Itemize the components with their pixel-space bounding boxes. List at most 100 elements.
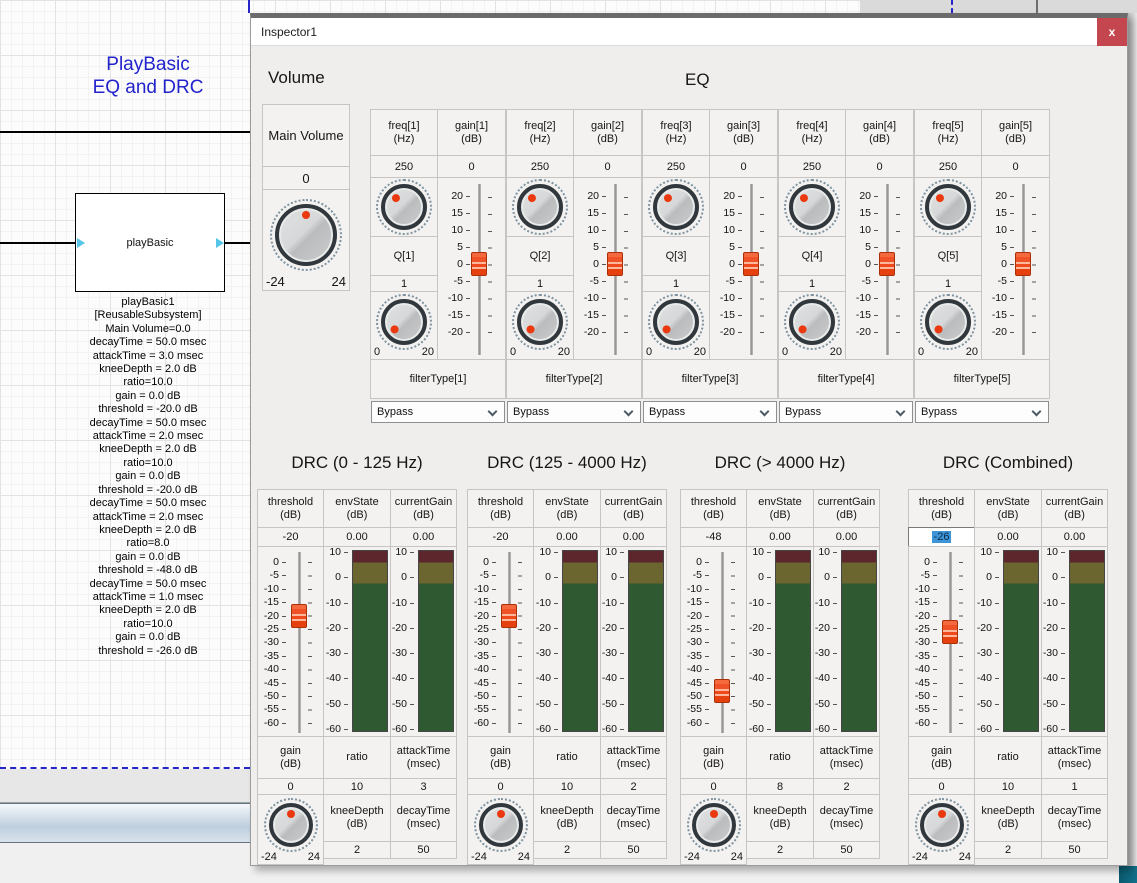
decaytime-value-field[interactable]: 50 xyxy=(600,841,667,859)
close-button[interactable]: x xyxy=(1097,18,1127,46)
q-knob[interactable] xyxy=(648,294,704,350)
gain-slider-handle[interactable] xyxy=(1015,252,1031,276)
threshold-value-field[interactable]: -48 xyxy=(680,527,747,547)
decaytime-header-unit: (msec) xyxy=(407,818,441,831)
q-value-field[interactable]: 1 xyxy=(370,275,438,292)
freq-knob[interactable] xyxy=(648,179,704,235)
q-value-field[interactable]: 1 xyxy=(778,275,846,292)
q-label-text: Q[2] xyxy=(530,250,551,262)
gain-slider-handle[interactable] xyxy=(471,252,487,276)
decaytime-value-field[interactable]: 50 xyxy=(390,841,457,859)
q-value-field[interactable]: 1 xyxy=(914,275,982,292)
q-knob[interactable] xyxy=(512,294,568,350)
threshold-scale-tick: -20 xyxy=(474,611,496,622)
threshold-slider-handle[interactable] xyxy=(942,620,958,644)
gain-value-field[interactable]: 0 xyxy=(467,778,534,795)
gain-value-field[interactable]: 0 xyxy=(981,155,1050,178)
main-volume-knob[interactable] xyxy=(270,199,342,271)
freq-knob[interactable] xyxy=(376,179,432,235)
meter-scale-tick: -10 xyxy=(326,598,348,609)
attacktime-value-field[interactable]: 3 xyxy=(390,778,457,795)
threshold-scale-tick: -45 xyxy=(915,678,937,689)
gain-value-field[interactable]: 0 xyxy=(680,778,747,795)
filter-type-dropdown[interactable]: Bypass xyxy=(779,401,913,423)
ratio-value-field[interactable]: 8 xyxy=(746,778,814,795)
block-parameter: gain = 0.0 dB xyxy=(20,470,276,483)
meter-scale-tick: -30 xyxy=(815,648,837,659)
threshold-slider-track[interactable] xyxy=(508,552,511,733)
q-knob[interactable] xyxy=(376,294,432,350)
freq-value-field[interactable]: 250 xyxy=(914,155,982,178)
kneedepth-value-field[interactable]: 2 xyxy=(974,841,1042,859)
decaytime-value-field[interactable]: 50 xyxy=(1041,841,1108,859)
kneedepth-value-field[interactable]: 2 xyxy=(746,841,814,859)
freq-knob[interactable] xyxy=(512,179,568,235)
threshold-slider-handle[interactable] xyxy=(714,679,730,703)
freq-value-field[interactable]: 250 xyxy=(642,155,710,178)
signal-wire[interactable] xyxy=(225,242,250,244)
gain-value-field[interactable]: 0 xyxy=(709,155,778,178)
threshold-slider-track[interactable] xyxy=(721,552,724,733)
kneedepth-value-field[interactable]: 2 xyxy=(323,841,391,859)
gain-slider-handle[interactable] xyxy=(879,252,895,276)
currentgain-meter-bar xyxy=(628,550,664,732)
freq-knob[interactable] xyxy=(784,179,840,235)
q-knob[interactable] xyxy=(784,294,840,350)
attacktime-value-field[interactable]: 2 xyxy=(600,778,667,795)
freq-value-field[interactable]: 250 xyxy=(370,155,438,178)
q-value-field[interactable]: 1 xyxy=(506,275,574,292)
freq-value-field[interactable]: 250 xyxy=(778,155,846,178)
threshold-scale-tick: -30 xyxy=(687,637,709,648)
q-value-field[interactable]: 1 xyxy=(642,275,710,292)
envstate-value-field: 0.00 xyxy=(323,527,391,547)
decaytime-value: 50 xyxy=(417,844,429,856)
threshold-slider-handle[interactable] xyxy=(291,604,307,628)
threshold-edit-field[interactable]: -26 xyxy=(908,527,975,547)
threshold-slider-ticks xyxy=(308,562,312,724)
gain-knob[interactable] xyxy=(687,798,741,852)
filter-type-dropdown[interactable]: Bypass xyxy=(507,401,641,423)
gain-slider-handle[interactable] xyxy=(607,252,623,276)
ratio-value-field[interactable]: 10 xyxy=(533,778,601,795)
block-parameter: kneeDepth = 2.0 dB xyxy=(20,604,276,617)
signal-wire[interactable] xyxy=(0,242,75,244)
gain-slider-handle[interactable] xyxy=(743,252,759,276)
subsystem-block[interactable]: playBasic xyxy=(75,193,225,292)
q-knob[interactable] xyxy=(920,294,976,350)
gain-knob[interactable] xyxy=(474,798,528,852)
gain-value-field[interactable]: 0 xyxy=(257,778,324,795)
threshold-value-field[interactable]: -20 xyxy=(467,527,534,547)
ratio-value-field[interactable]: 10 xyxy=(974,778,1042,795)
filter-type-value: Bypass xyxy=(508,406,549,418)
gain-slider-cell: 20151050-5-10-15-20 xyxy=(573,177,642,360)
gain-value-field[interactable]: 0 xyxy=(437,155,506,178)
diagram-annotation[interactable]: PlayBasicEQ and DRC xyxy=(40,53,256,99)
gain-scale-tick: -15 xyxy=(584,310,606,321)
signal-wire[interactable] xyxy=(0,131,250,133)
currentgain-value: 0.00 xyxy=(836,531,857,543)
filter-type-dropdown[interactable]: Bypass xyxy=(371,401,505,423)
gain-value-field[interactable]: 0 xyxy=(845,155,914,178)
decaytime-value-field[interactable]: 50 xyxy=(813,841,880,859)
threshold-slider-handle[interactable] xyxy=(501,604,517,628)
threshold-slider-track[interactable] xyxy=(298,552,301,733)
attacktime-value-field[interactable]: 2 xyxy=(813,778,880,795)
attacktime-value-field[interactable]: 1 xyxy=(1041,778,1108,795)
kneedepth-value-field[interactable]: 2 xyxy=(533,841,601,859)
gain-knob[interactable] xyxy=(264,798,318,852)
gain-value-field[interactable]: 0 xyxy=(908,778,975,795)
block-label: playBasic xyxy=(126,237,173,249)
filter-type-dropdown[interactable]: Bypass xyxy=(915,401,1049,423)
ratio-value-field[interactable]: 10 xyxy=(323,778,391,795)
threshold-value-field[interactable]: -20 xyxy=(257,527,324,547)
gain-knob[interactable] xyxy=(915,798,969,852)
gain-value-field[interactable]: 0 xyxy=(573,155,642,178)
envstate-value: 0.00 xyxy=(346,531,367,543)
gain-scale-tick: -5 xyxy=(998,276,1014,287)
title-bar[interactable]: Inspector1 x xyxy=(251,18,1127,46)
filter-type-dropdown[interactable]: Bypass xyxy=(643,401,777,423)
freq-value-field[interactable]: 250 xyxy=(506,155,574,178)
freq-header-name: freq[5] xyxy=(932,120,963,133)
main-volume-value-field[interactable]: 0 xyxy=(262,166,350,190)
freq-knob[interactable] xyxy=(920,179,976,235)
